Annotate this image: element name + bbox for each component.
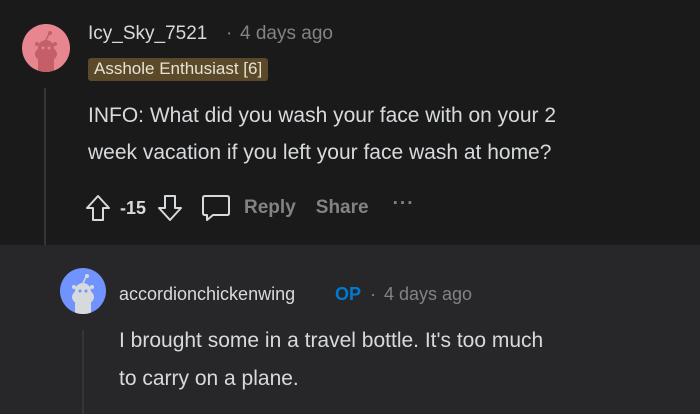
comment-icon[interactable] [200,193,232,223]
op-badge: OP [335,284,362,304]
downvote-icon[interactable] [156,193,184,223]
separator-dot: · [226,23,233,44]
separator-dot: · [370,284,376,304]
timestamp[interactable]: 4 days ago [240,23,333,45]
upvote-icon[interactable] [84,193,112,223]
avatar[interactable] [60,268,106,314]
thread-line[interactable] [82,330,84,414]
snoo-avatar-icon [60,268,106,314]
thread-line[interactable] [44,88,46,245]
comment-body-line: to carry on a plane. [119,367,299,390]
share-button[interactable]: Share [316,197,369,219]
user-flair: Asshole Enthusiast [6] [88,58,269,81]
timestamp[interactable]: 4 days ago [384,284,472,305]
vote-score: -15 [120,197,147,218]
comment-body-line: INFO: What did you wash your face with o… [88,104,557,127]
comment-body-line: I brought some in a travel bottle. It's … [119,329,544,352]
more-options-icon[interactable]: ··· [393,193,415,215]
username[interactable]: accordionchickenwing [119,284,295,305]
avatar[interactable] [22,24,70,72]
comment-actions: -15 Reply Share ··· [84,190,415,226]
comment-body-line: week vacation if you left your face wash… [88,141,552,164]
username[interactable]: Icy_Sky_7521 [88,23,207,45]
reply-button[interactable]: Reply [244,197,296,219]
snoo-avatar-icon [22,24,70,72]
